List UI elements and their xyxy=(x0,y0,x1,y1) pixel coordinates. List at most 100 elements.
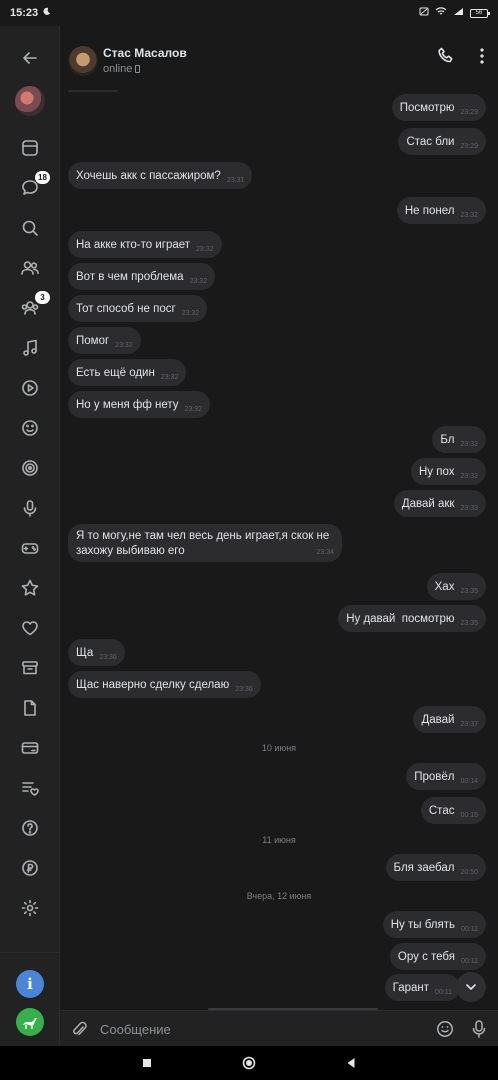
message-time: 23:32 xyxy=(460,441,478,448)
profile-avatar[interactable] xyxy=(15,86,45,116)
message-time: 23:32 xyxy=(184,406,203,413)
stickers-icon[interactable] xyxy=(12,410,48,446)
message-outgoing[interactable]: Ору с тебя 00:11 xyxy=(389,943,486,970)
games-icon[interactable] xyxy=(12,530,48,566)
message-time: 23:33 xyxy=(460,505,478,512)
message-text: Не понел xyxy=(404,204,455,217)
payments-icon[interactable] xyxy=(12,730,48,766)
settings-icon[interactable] xyxy=(12,890,48,926)
message-incoming[interactable]: Но у меня фф нету 23:32 xyxy=(68,391,211,418)
message-text: Вот в чем проблема xyxy=(76,270,184,283)
home-button[interactable] xyxy=(240,1054,258,1072)
message-time: 23:32 xyxy=(115,342,133,349)
sidebar: 18 3 i xyxy=(0,26,60,1046)
message-incoming[interactable]: На акке кто-то играет 23:32 xyxy=(68,231,222,258)
message-text: Бл xyxy=(440,433,455,446)
message-outgoing[interactable]: Ну давай посмотрю 23:35 xyxy=(338,605,486,632)
podcasts-icon[interactable] xyxy=(12,490,48,526)
message-composer xyxy=(60,1010,498,1047)
moon-icon xyxy=(42,7,51,19)
message-incoming[interactable]: Вот в чем проблема 23:32 xyxy=(68,263,216,290)
message-incoming[interactable]: Помог 23:32 xyxy=(68,327,141,354)
message-incoming[interactable]: Хочешь акк с пассажиром? 23:31 xyxy=(68,162,253,189)
app-logo-button[interactable] xyxy=(16,1008,44,1036)
message-time: 23:31 xyxy=(226,177,245,184)
message-outgoing[interactable]: Давай акк 23:33 xyxy=(393,490,486,517)
attach-icon[interactable] xyxy=(70,1019,88,1039)
message-time: 23:37 xyxy=(460,721,478,728)
message-text: Стас бли xyxy=(406,135,455,148)
contact-name[interactable]: Стас Масалов xyxy=(103,46,187,60)
messages-icon[interactable]: 18 xyxy=(12,170,50,206)
back-arrow-icon[interactable] xyxy=(12,40,48,76)
message-text: Провёл xyxy=(414,770,455,783)
wishlist-icon[interactable] xyxy=(12,770,48,806)
message-outgoing[interactable]: Провёл 00:14 xyxy=(406,763,486,790)
date-separator: Вчера, 12 июня xyxy=(246,891,312,901)
emoji-icon[interactable] xyxy=(436,1020,454,1038)
video-icon[interactable] xyxy=(12,370,48,406)
message-outgoing[interactable]: Стас бли 23:29 xyxy=(398,128,486,155)
message-text: Стас xyxy=(428,804,455,817)
message-time: 23:29 xyxy=(460,109,478,116)
message-list[interactable]: Посмотрю 23:29 Стас бли 23:29 Хочешь акк с… xyxy=(60,90,498,1010)
money-icon[interactable] xyxy=(12,850,48,886)
status-time: 15:23 xyxy=(10,7,39,19)
archive-icon[interactable] xyxy=(12,650,48,686)
bookmarks-icon[interactable] xyxy=(12,570,48,606)
back-button[interactable] xyxy=(342,1054,360,1072)
communities-icon[interactable]: 3 xyxy=(12,290,50,326)
message-outgoing[interactable]: Ну пох 23:32 xyxy=(410,458,486,485)
more-options-icon[interactable] xyxy=(474,46,490,68)
message-outgoing[interactable]: Бля заебал 20:50 xyxy=(385,854,486,881)
contact-avatar[interactable] xyxy=(68,46,98,76)
newsfeed-icon[interactable] xyxy=(12,130,48,166)
info-button[interactable]: i xyxy=(16,970,44,998)
message-incoming[interactable]: Ща 23:36 xyxy=(68,639,125,666)
recents-button[interactable] xyxy=(138,1054,156,1072)
clips-icon[interactable] xyxy=(12,450,48,486)
message-outgoing[interactable]: Посмотрю 23:29 xyxy=(391,94,486,121)
message-outgoing[interactable]: Хах 23:35 xyxy=(426,573,486,600)
battery-icon: 56 xyxy=(470,8,490,18)
system-navigation-bar xyxy=(0,1046,498,1080)
message-time: 23:32 xyxy=(181,310,200,317)
message-text: На акке кто-то играет xyxy=(76,238,191,251)
message-text: Ща xyxy=(76,646,94,659)
message-text: Ну пох xyxy=(418,465,455,478)
documents-icon[interactable] xyxy=(12,690,48,726)
message-outgoing[interactable]: Стас 00:15 xyxy=(420,797,486,824)
message-time: 23:32 xyxy=(460,473,478,480)
message-incoming[interactable]: Тот способ не посг 23:32 xyxy=(68,295,208,322)
message-outgoing[interactable]: Бл 23:32 xyxy=(432,426,486,453)
message-outgoing[interactable]: Ну ты блять 00:11 xyxy=(382,911,486,938)
help-icon[interactable] xyxy=(12,810,48,846)
likes-icon[interactable] xyxy=(12,610,48,646)
message-time: 23:34 xyxy=(316,549,334,556)
call-icon[interactable] xyxy=(436,46,458,68)
friends-icon[interactable] xyxy=(12,250,48,286)
message-time: 23:36 xyxy=(99,654,117,661)
date-separator: 10 июня xyxy=(261,743,297,753)
communities-badge: 3 xyxy=(35,291,50,304)
message-outgoing[interactable]: Гарант 00:11 xyxy=(384,974,460,1001)
date-separator: 11 июня xyxy=(262,835,296,845)
chevron-down-icon xyxy=(466,984,476,990)
message-incoming[interactable]: Есть ещё один 23:32 xyxy=(68,359,187,386)
message-input[interactable] xyxy=(100,1011,420,1047)
message-text: Тот способ не посг xyxy=(76,302,176,315)
message-text: Ору с тебя xyxy=(397,950,455,963)
message-text: Давай акк xyxy=(401,497,455,510)
search-icon[interactable] xyxy=(12,210,48,246)
message-incoming[interactable]: Щас наверно сделку сделаю 23:36 xyxy=(68,671,261,698)
music-icon[interactable] xyxy=(12,330,48,366)
message-incoming[interactable]: Я то могу,не там чел весь день играет,я … xyxy=(68,524,342,562)
message-time: 00:11 xyxy=(461,926,478,933)
message-time: 23:36 xyxy=(235,686,253,693)
message-outgoing[interactable]: Не понел 23:32 xyxy=(396,197,486,224)
scroll-down-button[interactable] xyxy=(456,972,486,1002)
microphone-icon[interactable] xyxy=(470,1019,488,1039)
message-time: 23:35 xyxy=(460,620,478,627)
message-time: 23:32 xyxy=(160,374,179,381)
message-outgoing[interactable]: Давай 23:37 xyxy=(413,706,486,733)
